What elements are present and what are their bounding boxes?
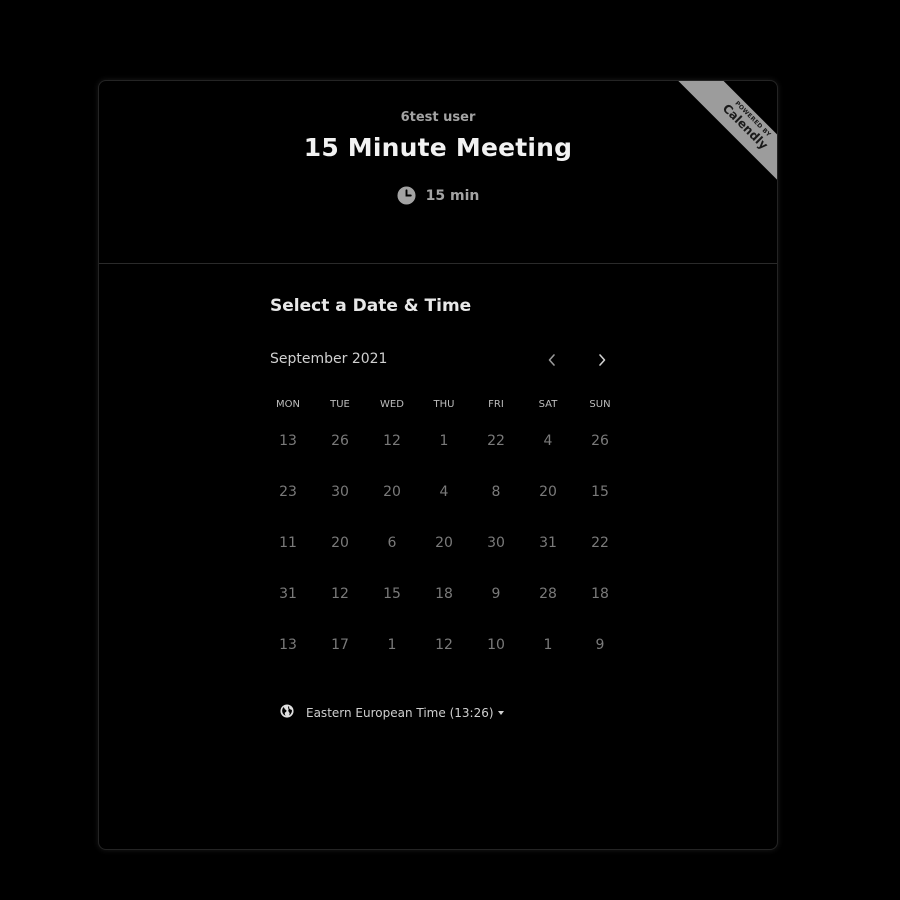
calendar-day: 12 xyxy=(383,433,401,449)
calendar-day: 4 xyxy=(439,484,449,500)
calendar-day: 4 xyxy=(543,433,553,449)
weekday-label: FRI xyxy=(488,399,504,410)
globe-icon xyxy=(280,704,294,721)
calendar-day: 15 xyxy=(383,586,401,602)
calendar-day: 28 xyxy=(539,586,557,602)
calendar-day: 18 xyxy=(591,586,609,602)
weekday-label: TUE xyxy=(330,399,350,410)
calendar-day: 23 xyxy=(279,484,297,500)
chevron-right-icon xyxy=(597,352,607,371)
calendar-day: 18 xyxy=(435,586,453,602)
calendar-day: 20 xyxy=(539,484,557,500)
calendar-day: 20 xyxy=(435,535,453,551)
weekday-label: SUN xyxy=(589,399,611,410)
calendar-day: 11 xyxy=(279,535,297,551)
calendar-day: 20 xyxy=(331,535,349,551)
prev-month-button[interactable] xyxy=(540,349,564,373)
calendar-day: 1 xyxy=(543,637,553,653)
section-title: Select a Date & Time xyxy=(270,296,472,316)
calendar-day: 8 xyxy=(491,484,501,500)
timezone-label: Eastern European Time (13:26) xyxy=(306,706,504,720)
powered-by-ribbon[interactable]: POWERED BY Calendly xyxy=(676,81,777,181)
booking-card: 6test user 15 Minute Meeting 15 min POWE… xyxy=(98,80,778,850)
weekday-label: WED xyxy=(380,399,404,410)
calendar-day: 9 xyxy=(491,586,501,602)
weekday-label: THU xyxy=(433,399,455,410)
calendar-day: 1 xyxy=(387,637,397,653)
calendar-day: 13 xyxy=(279,637,297,653)
calendar-day: 20 xyxy=(383,484,401,500)
weekday-label: SAT xyxy=(538,399,558,410)
calendar-day: 26 xyxy=(591,433,609,449)
calendar-grid: 13 26 12 1 22 4 26 23 30 20 4 8 20 15 11 20 6 20 30 31 22 31 1… xyxy=(262,424,626,679)
calendar-day: 26 xyxy=(331,433,349,449)
calendar-day: 10 xyxy=(487,637,505,653)
duration-label: 15 min xyxy=(425,187,480,204)
month-navigation: September 2021 xyxy=(270,349,610,373)
calendar-day: 13 xyxy=(279,433,297,449)
month-label: September 2021 xyxy=(270,351,388,367)
calendar-day: 31 xyxy=(279,586,297,602)
timezone-selector[interactable]: Eastern European Time (13:26) xyxy=(280,704,504,721)
calendar-day: 22 xyxy=(487,433,505,449)
next-month-button[interactable] xyxy=(590,349,614,373)
calendar-day: 22 xyxy=(591,535,609,551)
chevron-left-icon xyxy=(547,352,557,371)
clock-icon xyxy=(397,186,416,205)
calendar-day: 30 xyxy=(487,535,505,551)
calendar-day: 12 xyxy=(435,637,453,653)
calendar-day: 31 xyxy=(539,535,557,551)
event-duration: 15 min xyxy=(99,186,777,205)
calendar-day: 9 xyxy=(595,637,605,653)
calendar-day: 12 xyxy=(331,586,349,602)
calendar-day: 30 xyxy=(331,484,349,500)
weekday-header: MON TUE WED THU FRI SAT SUN xyxy=(262,399,626,410)
calendar-day: 1 xyxy=(439,433,449,449)
calendar-day: 6 xyxy=(387,535,397,551)
caret-down-icon xyxy=(497,711,504,715)
calendar-day: 15 xyxy=(591,484,609,500)
ribbon-band: POWERED BY Calendly xyxy=(678,81,777,181)
calendar-day: 17 xyxy=(331,637,349,653)
weekday-label: MON xyxy=(276,399,300,410)
